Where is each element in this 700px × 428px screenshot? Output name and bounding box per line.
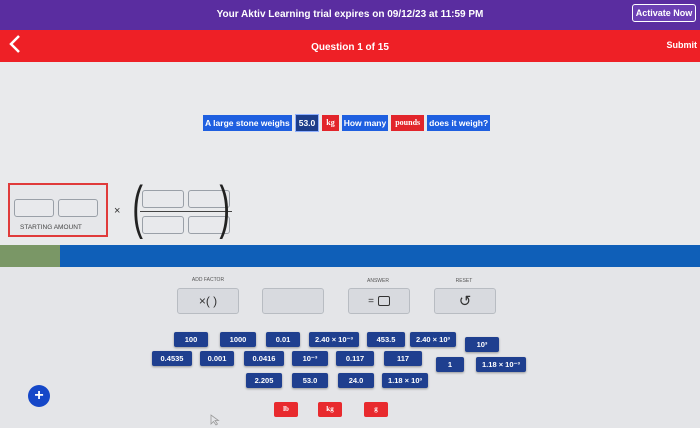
tile-2-40e-pos[interactable]: 2.40 × 10³ — [410, 332, 456, 347]
given-value-tile[interactable]: 53.0 — [294, 114, 320, 132]
tile-24-0[interactable]: 24.0 — [338, 373, 374, 388]
fraction-bar — [140, 211, 232, 212]
empty-tool-slot — [262, 288, 324, 314]
question-counter: Question 1 of 15 — [311, 42, 389, 53]
tile-1-18e-neg[interactable]: 1.18 × 10⁻³ — [476, 357, 526, 372]
tile-2-205[interactable]: 2.205 — [246, 373, 282, 388]
unit-tile-lb[interactable]: lb — [274, 402, 298, 417]
denominator-value-slot[interactable] — [142, 216, 184, 234]
tile-1000[interactable]: 1000 — [220, 332, 256, 347]
starting-amount-label: STARTING AMOUNT — [20, 224, 82, 231]
multiply-sign: × — [114, 205, 121, 217]
reset-label: RESET — [455, 278, 473, 284]
progress-strip-blue — [60, 245, 700, 267]
progress-strip-green — [0, 245, 60, 267]
tile-1-18e-pos[interactable]: 1.18 × 10³ — [382, 373, 428, 388]
tile-1[interactable]: 1 — [436, 357, 464, 372]
tile-0-0416[interactable]: 0.0416 — [244, 351, 284, 366]
unit-tile-g[interactable]: g — [364, 402, 388, 417]
starting-value-slot[interactable] — [14, 199, 54, 217]
trial-expiry-text: Your Aktiv Learning trial expires on 09/… — [216, 9, 484, 20]
tile-53-0[interactable]: 53.0 — [292, 373, 328, 388]
submit-button[interactable]: Submit — [655, 40, 698, 54]
tile-453-5[interactable]: 453.5 — [367, 332, 405, 347]
question-part-2: How many — [341, 115, 389, 131]
cursor-icon — [210, 414, 220, 426]
question-text: A large stone weighs 53.0 kg How many po… — [203, 114, 491, 132]
tile-2-40e-neg[interactable]: 2.40 × 10⁻³ — [309, 332, 359, 347]
tile-0-4535[interactable]: 0.4535 — [152, 351, 192, 366]
answer-box-icon — [377, 296, 390, 306]
add-factor-button[interactable]: ×( ) — [177, 288, 239, 314]
equals-sign: = — [368, 295, 374, 307]
reset-icon[interactable]: ↺ — [434, 288, 496, 314]
tile-10-pos[interactable]: 10³ — [465, 337, 499, 352]
answer-button[interactable]: = — [348, 288, 410, 314]
numerator-value-slot[interactable] — [142, 190, 184, 208]
activate-now-button[interactable]: Activate Now — [632, 4, 696, 22]
tile-10-neg[interactable]: 10⁻³ — [292, 351, 328, 366]
add-factor-label: ADD FACTOR — [191, 277, 225, 283]
tile-0-001[interactable]: 0.001 — [200, 351, 234, 366]
answer-label: ANSWER — [367, 278, 389, 284]
tile-0-117[interactable]: 0.117 — [336, 351, 374, 366]
question-part-1: A large stone weighs — [203, 115, 292, 131]
tile-117[interactable]: 117 — [384, 351, 422, 366]
tile-panel: ADD FACTOR ×( ) ANSWER = RESET ↺ 100 100… — [0, 267, 700, 428]
tile-100[interactable]: 100 — [174, 332, 208, 347]
plus-icon[interactable]: + — [28, 385, 50, 407]
unit-tile-kg[interactable]: kg — [318, 402, 342, 417]
target-unit-tile[interactable]: pounds — [391, 115, 425, 131]
tile-0-01[interactable]: 0.01 — [266, 332, 300, 347]
question-part-3: does it weigh? — [427, 115, 491, 131]
given-unit-tile[interactable]: kg — [322, 115, 339, 131]
right-paren: ) — [219, 175, 230, 240]
starting-unit-slot[interactable] — [58, 199, 98, 217]
